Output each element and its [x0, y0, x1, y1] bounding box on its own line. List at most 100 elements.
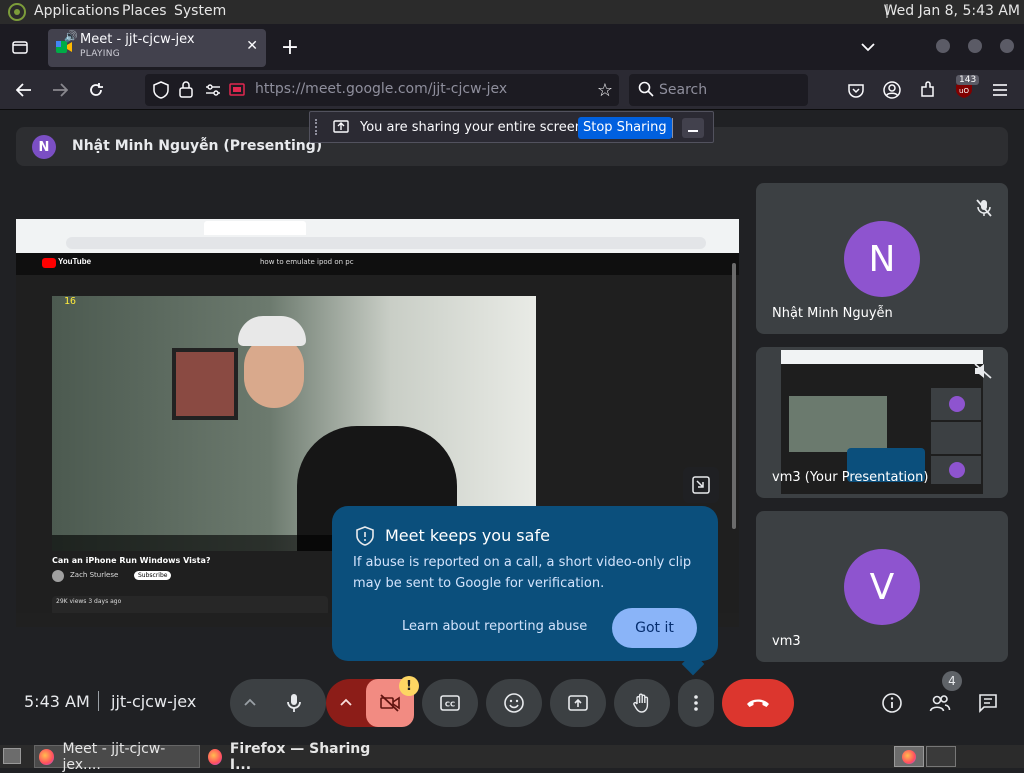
thumb-avatar — [949, 396, 965, 412]
frame-counter: 16 — [64, 296, 77, 307]
places-menu[interactable]: Places — [122, 3, 167, 19]
chat-icon — [979, 694, 997, 713]
show-desktop-icon[interactable] — [3, 748, 21, 764]
url-text[interactable]: https://meet.google.com/jjt-cjcw-jex — [255, 81, 507, 97]
meeting-details-button[interactable] — [868, 679, 916, 727]
taskbar-item-meet[interactable]: Meet - jjt-cjcw-jex.... — [34, 741, 200, 773]
new-tab-icon[interactable]: + — [278, 35, 302, 60]
tab-playing-label: PLAYING — [80, 49, 121, 59]
info-icon — [882, 693, 902, 713]
person-head — [244, 336, 304, 408]
tracking-shield-icon[interactable] — [153, 81, 169, 103]
system-menu[interactable]: System — [174, 3, 226, 19]
chat-button[interactable] — [964, 679, 1012, 727]
account-icon[interactable] — [880, 78, 904, 102]
thumb-tile-3 — [931, 456, 981, 484]
search-placeholder: Search — [659, 82, 708, 98]
youtube-logo-icon — [42, 258, 56, 268]
microphone-icon — [287, 694, 301, 712]
got-it-button[interactable]: Got it — [612, 608, 697, 648]
url-path: /jjt-cjcw-jex — [427, 81, 508, 97]
hand-icon — [633, 693, 649, 713]
window-minimize-button[interactable] — [936, 39, 950, 53]
video-options-button[interactable] — [326, 679, 366, 727]
channel-name: Zach Sturlese — [70, 571, 119, 579]
permissions-icon[interactable] — [205, 82, 221, 102]
captions-button[interactable]: CC — [422, 679, 478, 727]
stop-sharing-button[interactable]: Stop Sharing — [578, 117, 672, 139]
tab-audio-icon[interactable]: 🔊 — [64, 30, 78, 43]
audio-options-button[interactable] — [230, 679, 270, 727]
svg-text:CC: CC — [445, 701, 455, 709]
tab-meet[interactable]: 🔊 Meet - jjt-cjcw-jex PLAYING ✕ — [48, 29, 266, 67]
firefox-icon — [902, 749, 916, 764]
mic-muted-icon — [976, 199, 992, 221]
applications-menu[interactable]: Applications — [34, 3, 120, 19]
search-bar[interactable]: Search — [629, 74, 808, 106]
shared-scrollbar — [732, 263, 736, 529]
emoji-icon — [504, 693, 524, 713]
share-bar-divider — [672, 118, 673, 138]
bookmark-star-icon[interactable]: ☆ — [597, 80, 613, 101]
presenter-avatar: N — [32, 135, 56, 159]
thumb-avatar — [949, 462, 965, 478]
shield-icon — [356, 526, 374, 550]
back-icon[interactable] — [12, 78, 36, 102]
minimize-icon — [688, 130, 698, 132]
subscribe-button: Subscribe — [134, 571, 172, 580]
present-screen-icon — [568, 695, 588, 711]
hang-up-icon — [747, 699, 769, 707]
present-now-button[interactable] — [550, 679, 606, 727]
minimize-share-bar-button[interactable] — [682, 118, 704, 138]
popup-body: If abuse is reported on a call, a short … — [353, 555, 692, 591]
youtube-search-text: how to emulate ipod on pc — [260, 258, 354, 266]
nav-bar: https://meet.google.com/jjt-cjcw-jex ☆ S… — [0, 70, 1024, 110]
video-title: Can an iPhone Run Windows Vista? — [52, 556, 211, 565]
collapse-presentation-icon[interactable] — [683, 467, 719, 503]
microphone-button[interactable] — [270, 679, 318, 727]
more-options-button[interactable] — [678, 679, 714, 727]
shared-url-bar — [66, 237, 706, 249]
firefox-icon — [208, 748, 222, 765]
taskbar-item-firefox-sharing[interactable]: Firefox — Sharing I... — [204, 741, 374, 773]
drag-handle[interactable] — [315, 119, 317, 135]
window-maximize-button[interactable] — [968, 39, 982, 53]
participant-tile-nhat[interactable]: N Nhật Minh Nguyễn — [756, 183, 1008, 334]
window-close-button[interactable] — [1000, 39, 1014, 53]
thumb-tile-1 — [931, 388, 981, 420]
shared-active-tab — [204, 221, 306, 235]
url-bar[interactable]: https://meet.google.com/jjt-cjcw-jex ☆ — [145, 74, 619, 106]
panel-clock[interactable]: Wed Jan 8, 5:43 AM — [884, 3, 1020, 19]
workspace-switcher[interactable] — [894, 746, 924, 767]
tab-title: Meet - jjt-cjcw-jex — [80, 32, 195, 47]
participant-avatar: V — [844, 549, 920, 625]
wall-poster — [172, 348, 238, 420]
workspace-2[interactable] — [926, 746, 956, 767]
leave-call-button[interactable] — [722, 679, 794, 727]
pocket-icon[interactable] — [844, 78, 868, 102]
youtube-wordmark: YouTube — [58, 257, 92, 266]
tab-close-icon[interactable]: ✕ — [246, 38, 258, 54]
time-divider — [98, 691, 99, 711]
hamburger-menu-icon[interactable] — [988, 78, 1012, 102]
top-panel: Applications Places System Wed Jan 8, 5:… — [0, 0, 1024, 24]
participant-tile-vm3[interactable]: V vm3 — [756, 511, 1008, 662]
tab-bar: 🔊 Meet - jjt-cjcw-jex PLAYING ✕ + — [0, 24, 1024, 70]
firefox-icon — [39, 748, 55, 765]
tab-overview-icon[interactable] — [8, 35, 32, 59]
chevron-up-icon — [340, 698, 352, 706]
shared-browser-chrome — [16, 219, 739, 253]
screen-share-indicator-icon[interactable] — [229, 82, 245, 102]
meeting-code: jjt-cjcw-jex — [111, 692, 197, 711]
svg-text:uO: uO — [959, 87, 969, 95]
participant-tile-your-presentation[interactable]: vm3 (Your Presentation) — [756, 347, 1008, 498]
reload-icon[interactable] — [84, 78, 108, 102]
raise-hand-button[interactable] — [614, 679, 670, 727]
reactions-button[interactable] — [486, 679, 542, 727]
learn-about-reporting-link[interactable]: Learn about reporting abuse — [402, 619, 587, 634]
gnome-logo-icon[interactable] — [8, 3, 26, 25]
extensions-icon[interactable] — [916, 78, 940, 102]
lock-icon[interactable] — [179, 81, 193, 102]
forward-icon[interactable] — [48, 78, 72, 102]
list-all-tabs-icon[interactable] — [856, 35, 880, 59]
